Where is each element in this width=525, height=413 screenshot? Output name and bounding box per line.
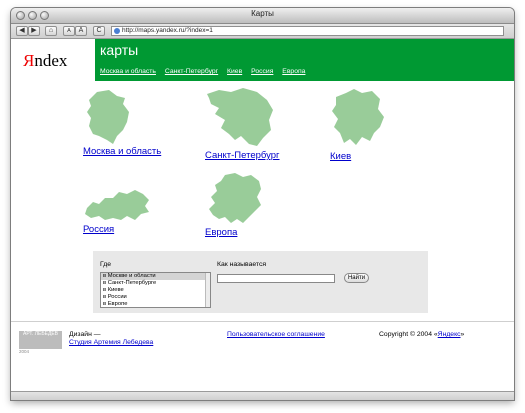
region-spb: Санкт-Петербург [205, 84, 280, 161]
header-band: карты Москва и область Санкт-Петербург К… [95, 39, 514, 81]
where-option[interactable]: в России [101, 294, 210, 301]
user-agreement-link[interactable]: Пользовательское соглашение [227, 331, 325, 338]
russia-map-icon[interactable] [83, 186, 153, 224]
where-listbox[interactable]: в Москве и области в Санкт-Петербурге в … [100, 272, 211, 308]
name-search-input[interactable] [217, 274, 335, 283]
europe-map-icon[interactable] [205, 171, 265, 227]
stamp-text: АРТ. ЛЕБЕДЕВ [22, 331, 58, 337]
region-europe: Европа [205, 171, 265, 238]
yandex-logo[interactable]: Яndex [23, 51, 67, 71]
where-option[interactable]: в Москве и области [101, 273, 210, 280]
copyright: Copyright © 2004 «Яндекс» [379, 331, 464, 338]
nav-link-kiev[interactable]: Киев [227, 68, 242, 75]
design-credit: Дизайн — Студия Артемия Лебедева [69, 331, 153, 347]
logo-first-letter: Я [23, 51, 35, 70]
nav-link-russia[interactable]: Россия [251, 68, 273, 75]
region-link-russia[interactable]: Россия [83, 224, 153, 235]
region-link-spb[interactable]: Санкт-Петербург [205, 150, 280, 161]
logo-rest: ndex [34, 51, 68, 70]
studio-stamp-logo[interactable]: АРТ. ЛЕБЕДЕВ [19, 331, 62, 349]
where-option[interactable]: в Киеве [101, 287, 210, 294]
copyright-text: Copyright © 2004 « [379, 331, 438, 338]
spb-map-icon[interactable] [205, 84, 277, 150]
reload-button[interactable]: C [93, 26, 105, 36]
region-kiev: Киев [330, 87, 386, 162]
home-button[interactable]: ⌂ [45, 26, 57, 36]
yandex-link[interactable]: Яндекс [438, 331, 461, 338]
font-smaller-button[interactable]: A [63, 26, 75, 36]
browser-toolbar: ◀ ▶ ⌂ A A C http://maps.yandex.ru/?index… [11, 24, 514, 39]
where-label: Где [100, 261, 111, 268]
globe-icon [114, 28, 120, 34]
region-moscow: Москва и область [83, 88, 161, 157]
nav-link-moscow[interactable]: Москва и область [100, 68, 156, 75]
region-link-moscow[interactable]: Москва и область [83, 146, 161, 157]
find-button[interactable]: Найти [344, 273, 369, 283]
region-nav: Москва и область Санкт-Петербург Киев Ро… [100, 68, 312, 75]
where-option[interactable]: в Европе [101, 301, 210, 307]
address-bar[interactable]: http://maps.yandex.ru/?index=1 [111, 26, 504, 36]
search-panel: Где Как называется в Москве и области в … [93, 251, 428, 313]
design-text: Дизайн — [69, 331, 101, 338]
kiev-map-icon[interactable] [330, 87, 386, 151]
copyright-end: » [460, 331, 465, 338]
where-option[interactable]: в Санкт-Петербурге [101, 280, 210, 287]
font-bigger-button[interactable]: A [75, 26, 87, 36]
region-russia: Россия [83, 186, 153, 235]
page-header: Яndex карты Москва и область Санкт-Петер… [11, 39, 514, 81]
back-button[interactable]: ◀ [16, 26, 28, 36]
name-label: Как называется [217, 261, 267, 268]
design-studio-link[interactable]: Студия Артемия Лебедева [69, 339, 153, 346]
region-link-europe[interactable]: Европа [205, 227, 265, 238]
title-bar: Карты [11, 8, 514, 24]
status-bar [11, 391, 514, 400]
region-link-kiev[interactable]: Киев [330, 151, 386, 162]
nav-link-spb[interactable]: Санкт-Петербург [165, 68, 218, 75]
forward-button[interactable]: ▶ [28, 26, 40, 36]
address-url: http://maps.yandex.ru/?index=1 [122, 27, 213, 34]
nav-link-europe[interactable]: Европа [282, 68, 305, 75]
browser-window: Карты ◀ ▶ ⌂ A A C http://maps.yandex.ru/… [11, 8, 514, 400]
footer-divider [11, 321, 514, 322]
listbox-scrollbar[interactable] [205, 273, 210, 307]
moscow-map-icon[interactable] [83, 88, 133, 146]
section-title: карты [100, 42, 139, 58]
window-title: Карты [251, 9, 274, 18]
stamp-year: 2004 [19, 349, 30, 354]
